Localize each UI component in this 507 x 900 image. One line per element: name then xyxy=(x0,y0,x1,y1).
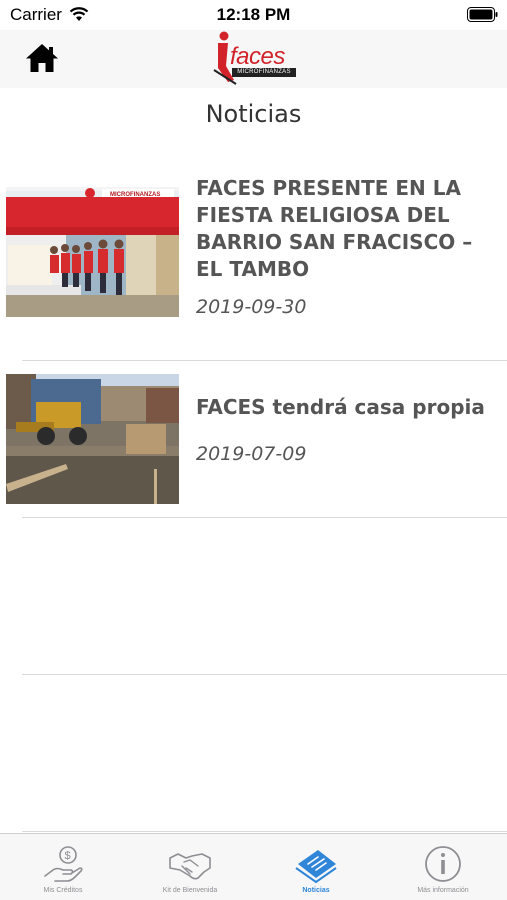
home-button[interactable] xyxy=(24,41,60,75)
tab-label: Mis Créditos xyxy=(43,887,83,894)
money-hand-icon: $ xyxy=(44,846,83,882)
banner-text: MICROFINANZAS xyxy=(110,192,160,198)
tab-label: Más información xyxy=(417,887,469,894)
news-title: FACES PRESENTE EN LA FIESTA RELIGIOSA DE… xyxy=(196,176,473,281)
empty-row xyxy=(0,674,507,832)
tab-bar: $ Mis Créditos Kit de Bienvenida Noticia… xyxy=(0,833,507,900)
battery-icon xyxy=(467,7,498,22)
status-bar: Carrier 12:18 PM xyxy=(0,0,507,30)
tab-mis-creditos[interactable]: $ Mis Créditos xyxy=(0,834,126,900)
tab-label: Kit de Bienvenida xyxy=(162,887,218,894)
logo-subtitle: MICROFINANZAS xyxy=(232,68,296,77)
status-time: 12:18 PM xyxy=(216,5,291,24)
newspaper-icon xyxy=(295,850,337,884)
tab-noticias[interactable]: Noticias xyxy=(253,834,379,900)
svg-text:$: $ xyxy=(65,850,71,862)
divider xyxy=(22,831,507,832)
news-item[interactable]: MICROFINANZAS FACES PRESENTE EN LA FIEST… xyxy=(0,150,507,361)
tab-mas-informacion[interactable]: Más información xyxy=(380,834,506,900)
logo-text: faces xyxy=(230,43,285,70)
news-date: 2019-09-30 xyxy=(196,296,307,318)
nav-bar: faces MICROFINANZAS xyxy=(0,30,507,88)
news-thumbnail: MICROFINANZAS xyxy=(6,187,179,317)
tab-kit-de-bienvenida[interactable]: Kit de Bienvenida xyxy=(127,834,253,900)
news-item[interactable]: FACES tendrá casa propia 2019-07-09 xyxy=(0,360,507,518)
empty-row xyxy=(0,517,507,675)
tab-label: Noticias xyxy=(302,887,330,894)
news-photo-fiesta: MICROFINANZAS xyxy=(6,187,179,317)
handshake-icon xyxy=(169,853,211,880)
news-list: MICROFINANZAS FACES PRESENTE EN LA FIEST… xyxy=(0,150,507,832)
faces-logo: faces MICROFINANZAS xyxy=(206,30,300,86)
info-icon xyxy=(425,846,461,882)
news-title: FACES tendrá casa propia xyxy=(196,395,485,419)
news-thumbnail xyxy=(6,374,179,504)
news-date: 2019-07-09 xyxy=(196,443,307,465)
home-icon xyxy=(26,44,58,72)
page-title: Noticias xyxy=(205,100,302,128)
news-photo-construction xyxy=(6,374,179,504)
